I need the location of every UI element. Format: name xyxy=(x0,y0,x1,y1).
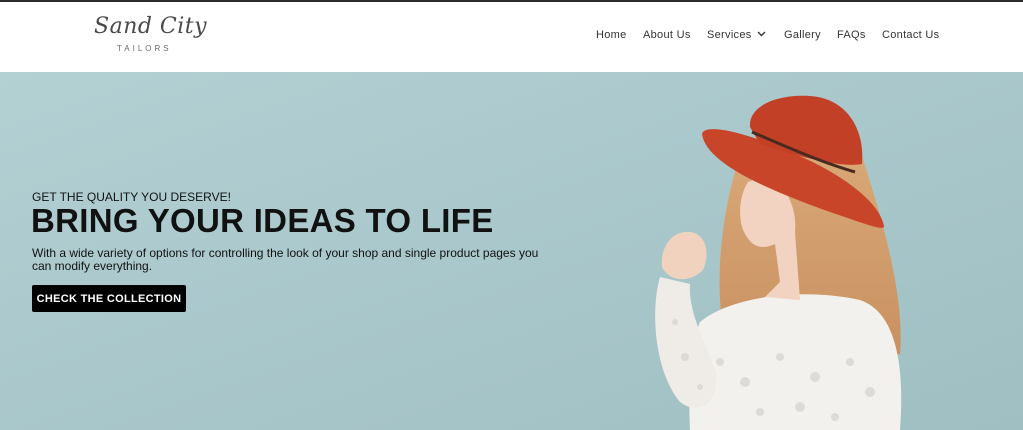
nav-item-contact-us[interactable]: Contact Us xyxy=(882,29,939,41)
nav-item-services[interactable]: Services xyxy=(707,29,766,41)
hero-description: With a wide variety of options for contr… xyxy=(32,246,539,273)
logo-subtitle: TAILORS xyxy=(117,44,172,53)
nav-item-home[interactable]: Home xyxy=(596,29,627,41)
site-logo[interactable]: Sand City TAILORS xyxy=(92,12,207,64)
logo-script-text: Sand City xyxy=(94,14,208,39)
nav-item-about-us[interactable]: About Us xyxy=(643,29,691,41)
site-header: Sand City TAILORS Home About Us Services… xyxy=(0,2,1023,72)
nav-item-gallery[interactable]: Gallery xyxy=(784,29,821,41)
hero-headline: BRING YOUR IDEAS TO LIFE xyxy=(31,202,494,239)
nav-item-faqs[interactable]: FAQs xyxy=(837,29,866,41)
chevron-down-icon xyxy=(757,31,766,37)
check-collection-button[interactable]: CHECK THE COLLECTION xyxy=(32,285,186,312)
nav-item-services-label: Services xyxy=(707,29,752,41)
hero-banner: GET THE QUALITY YOU DESERVE! BRING YOUR … xyxy=(0,72,1023,430)
